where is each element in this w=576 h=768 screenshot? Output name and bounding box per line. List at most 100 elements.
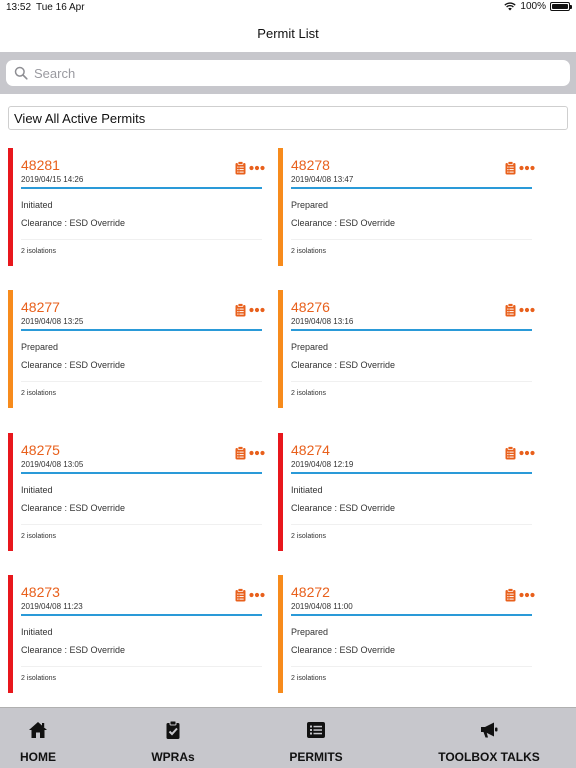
permit-card[interactable]: 48273 2019/04/08 11:23 Initiated Clearan… [8,575,268,693]
more-options-icon[interactable] [249,592,265,598]
permit-date: 2019/04/08 12:19 [291,460,354,469]
permit-clearance: Clearance : ESD Override [291,218,396,228]
permit-status: Prepared [291,342,329,352]
card-divider [21,614,262,616]
permit-status: Prepared [291,200,329,210]
status-color-bar [278,290,283,408]
tab-label: TOOLBOX TALKS [438,750,540,764]
card-actions [505,446,535,460]
clipboard-icon[interactable] [235,303,246,317]
status-date: Tue 16 Apr [36,2,85,13]
more-options-icon[interactable] [519,592,535,598]
permit-isolations: 2 isolations [291,533,327,540]
card-divider [21,472,262,474]
permit-clearance: Clearance : ESD Override [21,218,126,228]
permit-date: 2019/04/08 11:00 [291,602,353,611]
card-separator [21,666,262,667]
status-color-bar [8,433,13,551]
card-actions [235,161,265,175]
clipboard-icon[interactable] [235,588,246,602]
tab-home[interactable]: HOME [0,708,76,768]
permit-isolations: 2 isolations [21,533,57,540]
megaphone-icon [481,722,498,738]
tab-label: WPRAs [151,750,195,764]
navigation-bar: Permit List [0,16,576,52]
permit-status: Prepared [291,627,329,637]
permit-clearance: Clearance : ESD Override [21,645,126,655]
status-indicators: 100% [504,1,572,12]
permit-card[interactable]: 48281 2019/04/15 14:26 Initiated Clearan… [8,148,268,266]
tab-label: PERMITS [289,750,343,764]
permit-isolations: 2 isolations [291,675,327,682]
clipboard-icon[interactable] [505,303,516,317]
more-options-icon[interactable] [249,450,265,456]
view-all-active-permits-button[interactable]: View All Active Permits [8,106,568,130]
permit-date: 2019/04/08 13:25 [21,317,84,326]
permit-isolations: 2 isolations [21,675,57,682]
card-separator [291,239,532,240]
more-options-icon[interactable] [249,307,265,313]
battery-percent: 100% [520,1,546,12]
tab-toolbox-talks[interactable]: TOOLBOX TALKS [430,708,548,768]
tab-permits[interactable]: PERMITS [276,708,356,768]
permit-date: 2019/04/08 11:23 [21,602,83,611]
clipboard-icon[interactable] [505,161,516,175]
permit-card[interactable]: 48276 2019/04/08 13:16 Prepared Clearanc… [278,290,538,408]
permit-status: Initiated [21,627,53,637]
clipboard-check-icon [166,720,180,739]
permit-isolations: 2 isolations [21,390,57,397]
card-divider [291,614,532,616]
clipboard-icon[interactable] [235,161,246,175]
permit-date: 2019/04/15 14:26 [21,175,84,184]
permit-isolations: 2 isolations [291,248,327,255]
card-separator [291,381,532,382]
card-divider [21,329,262,331]
permit-card[interactable]: 48277 2019/04/08 13:25 Prepared Clearanc… [8,290,268,408]
card-divider [21,187,262,189]
search-box[interactable] [6,60,570,86]
permit-clearance: Clearance : ESD Override [291,645,396,655]
permit-status: Prepared [21,342,59,352]
clipboard-icon[interactable] [505,446,516,460]
tab-wpras[interactable]: WPRAs [136,708,210,768]
more-options-icon[interactable] [519,307,535,313]
page-title: Permit List [257,26,319,41]
status-color-bar [8,148,13,266]
card-separator [21,239,262,240]
card-divider [291,329,532,331]
card-separator [21,381,262,382]
search-input[interactable] [34,65,514,81]
status-color-bar [278,148,283,266]
card-actions [235,446,265,460]
card-separator [291,524,532,525]
permit-status: Initiated [21,485,53,495]
more-options-icon[interactable] [519,450,535,456]
card-divider [291,472,532,474]
permit-card[interactable]: 48272 2019/04/08 11:00 Prepared Clearanc… [278,575,538,693]
more-options-icon[interactable] [519,165,535,171]
permit-card[interactable]: 48275 2019/04/08 13:05 Initiated Clearan… [8,433,268,551]
wifi-icon [504,2,517,11]
permit-clearance: Clearance : ESD Override [21,360,126,370]
permit-card[interactable]: 48274 2019/04/08 12:19 Initiated Clearan… [278,433,538,551]
card-separator [21,524,262,525]
clipboard-icon[interactable] [235,446,246,460]
permit-isolations: 2 isolations [21,248,57,255]
card-actions [235,588,265,602]
more-options-icon[interactable] [249,165,265,171]
permit-card[interactable]: 48278 2019/04/08 13:47 Prepared Clearanc… [278,148,538,266]
card-actions [505,588,535,602]
battery-icon [550,2,572,11]
card-actions [505,303,535,317]
permit-clearance: Clearance : ESD Override [291,503,396,513]
status-color-bar [8,575,13,693]
search-bar [0,52,576,94]
status-bar: 13:52 Tue 16 Apr 100% [0,0,576,16]
card-divider [291,187,532,189]
tab-label: HOME [20,750,56,764]
permit-number: 48276 [291,299,330,315]
clipboard-icon[interactable] [505,588,516,602]
status-time: 13:52 [6,2,32,13]
permit-number: 48277 [21,299,60,315]
permit-isolations: 2 isolations [291,390,327,397]
